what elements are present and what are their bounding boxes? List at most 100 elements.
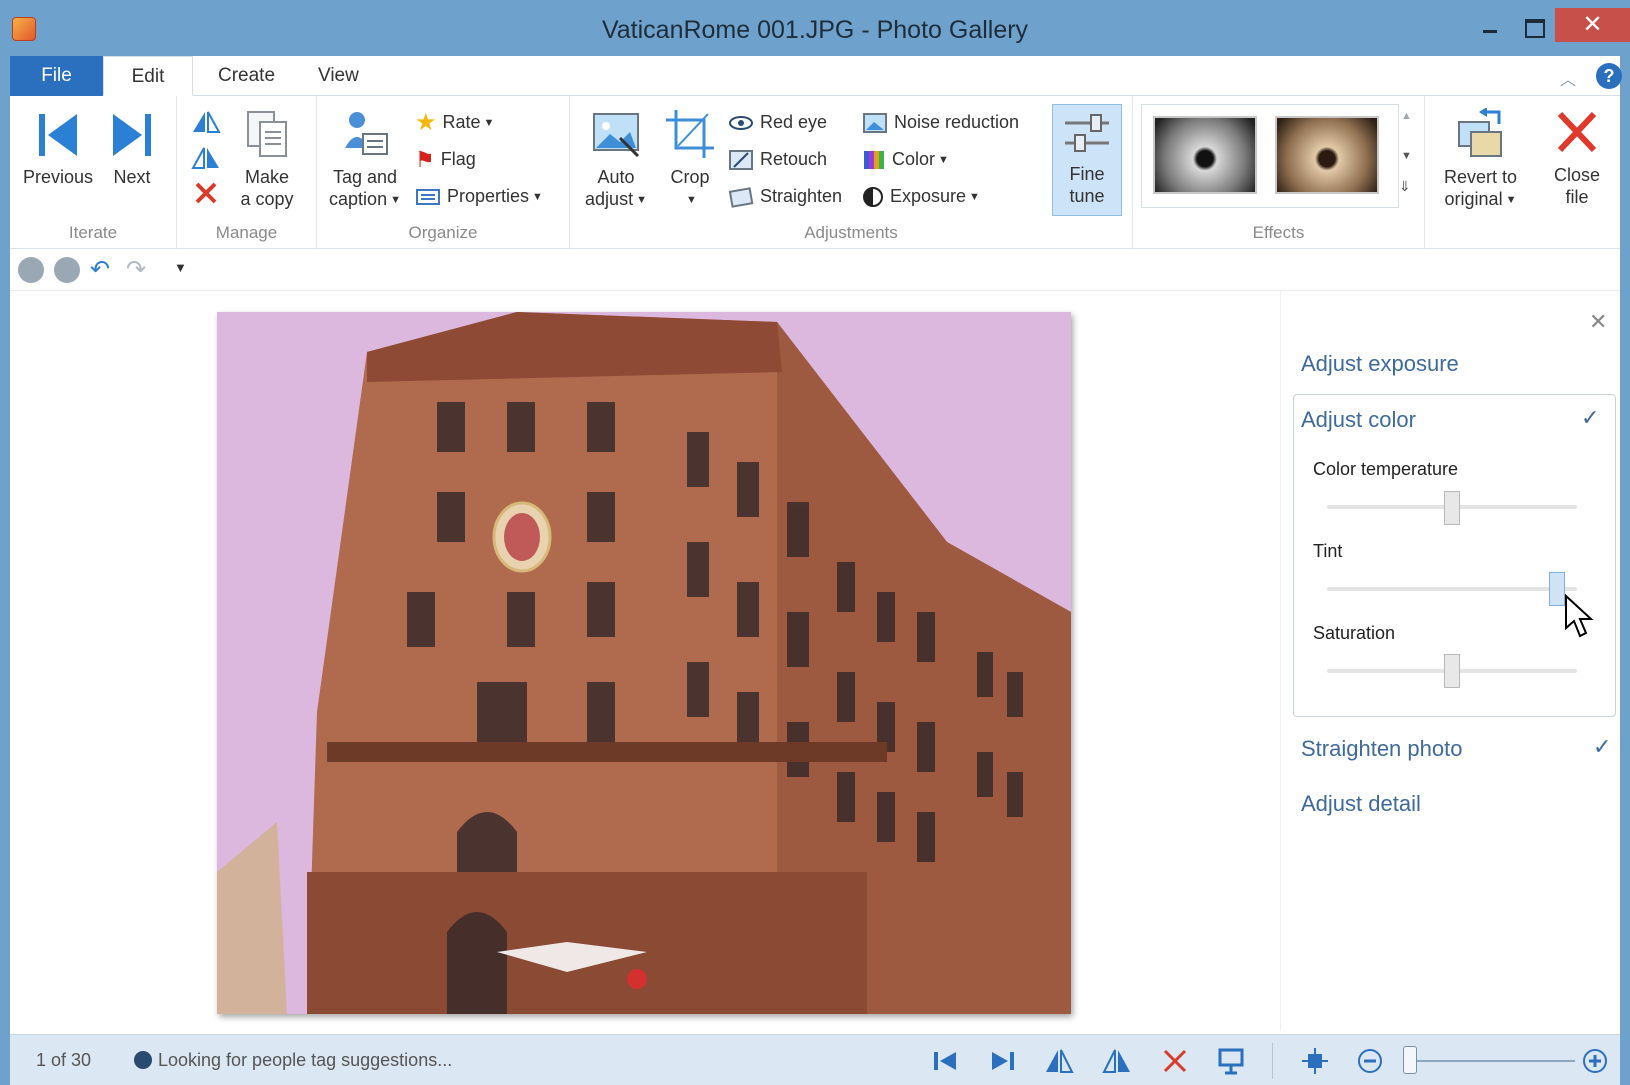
rate-button[interactable]: ★ Rate ▼ bbox=[415, 108, 494, 136]
red-eye-button[interactable]: Red eye bbox=[728, 108, 827, 136]
next-icon bbox=[113, 114, 151, 156]
rotate-left-icon[interactable] bbox=[191, 110, 221, 136]
zoom-out-icon[interactable] bbox=[1355, 1046, 1385, 1076]
help-icon[interactable]: ? bbox=[1596, 63, 1622, 89]
straighten-button[interactable]: Straighten bbox=[728, 182, 842, 210]
make-copy-label-1: Make bbox=[244, 167, 289, 187]
crop-label: Crop bbox=[670, 167, 710, 187]
maximize-button[interactable] bbox=[1515, 10, 1555, 40]
ribbon: Previous Next Iterate Make a copy Manage… bbox=[10, 96, 1620, 249]
previous-photo-icon[interactable] bbox=[930, 1046, 960, 1076]
photo-view[interactable] bbox=[217, 312, 1071, 1014]
noise-reduction-button[interactable]: Noise reduction bbox=[862, 108, 1019, 136]
rotate-right-icon[interactable] bbox=[191, 146, 221, 172]
fine-tune-pane: ✕ Adjust exposure Adjust color ✓ Color t… bbox=[1280, 291, 1620, 1031]
effect-black-white-thumbnail[interactable] bbox=[1153, 116, 1257, 194]
noise-reduction-icon bbox=[863, 113, 887, 134]
redo-icon[interactable]: ↷ bbox=[126, 255, 146, 284]
straighten-icon bbox=[728, 187, 754, 209]
auto-adjust-label-1: Auto bbox=[597, 167, 635, 187]
zoom-slider-thumb[interactable] bbox=[1403, 1046, 1417, 1074]
delete-icon[interactable] bbox=[193, 180, 219, 206]
minimize-button[interactable] bbox=[1470, 10, 1510, 40]
photo-image bbox=[217, 312, 1071, 1014]
crop-icon bbox=[666, 110, 714, 158]
exposure-label: Exposure bbox=[890, 186, 967, 206]
saturation-thumb[interactable] bbox=[1444, 654, 1460, 688]
revert-label-2: original bbox=[1444, 189, 1503, 209]
tint-slider[interactable] bbox=[1327, 587, 1577, 591]
color-temperature-thumb[interactable] bbox=[1444, 491, 1460, 525]
close-file-label-2: file bbox=[1565, 187, 1589, 207]
next-label: Next bbox=[113, 167, 151, 187]
rotate-left-status-icon[interactable] bbox=[1044, 1046, 1074, 1076]
effect-sepia-thumbnail[interactable] bbox=[1275, 116, 1379, 194]
tint-thumb[interactable] bbox=[1549, 572, 1566, 606]
adjust-color-item[interactable]: Adjust color bbox=[1301, 407, 1416, 433]
delete-status-icon[interactable] bbox=[1160, 1046, 1190, 1076]
group-label-organize: Organize bbox=[408, 223, 478, 242]
tag-caption-icon bbox=[345, 112, 388, 155]
effects-scroll-up-icon[interactable]: ▲ bbox=[1401, 110, 1412, 122]
tag-caption-label-2: caption bbox=[329, 189, 388, 209]
fine-tune-button[interactable]: Fine tune bbox=[1052, 104, 1122, 216]
revert-to-original-button[interactable]: Revert to original ▼ bbox=[1433, 108, 1528, 211]
retouch-button[interactable]: Retouch bbox=[728, 145, 827, 173]
status-message-text: Looking for people tag suggestions... bbox=[158, 1050, 453, 1070]
tag-caption-label-1: Tag and bbox=[332, 167, 398, 187]
status-bar: 1 of 30 Looking for people tag suggestio… bbox=[10, 1034, 1620, 1085]
window-title: VaticanRome 001.JPG - Photo Gallery bbox=[601, 16, 1029, 44]
make-copy-icon bbox=[247, 111, 287, 157]
previous-button[interactable]: Previous bbox=[22, 110, 94, 188]
ribbon-tabs: File Edit Create View ︿ ? bbox=[10, 56, 1622, 96]
previous-icon bbox=[39, 114, 77, 156]
undo-icon[interactable]: ↶ bbox=[90, 255, 110, 284]
properties-button[interactable]: Properties ▼ bbox=[415, 182, 543, 210]
collapse-ribbon-icon[interactable]: ︿ bbox=[1560, 66, 1576, 90]
group-label-adjustments: Adjustments bbox=[804, 223, 898, 242]
close-window-button[interactable]: ✕ bbox=[1555, 8, 1630, 42]
group-adjustments: Auto adjust ▼ Crop ▼ Red eye Retouch Str… bbox=[570, 96, 1133, 249]
tab-create[interactable]: Create bbox=[198, 56, 295, 96]
star-icon: ★ bbox=[415, 109, 437, 137]
flag-button[interactable]: ⚑ Flag bbox=[415, 145, 476, 173]
adjust-detail-item[interactable]: Adjust detail bbox=[1301, 791, 1421, 817]
close-file-button[interactable]: Close file bbox=[1542, 108, 1612, 208]
tab-view[interactable]: View bbox=[298, 56, 379, 96]
group-organize: Tag and caption ▼ ★ Rate ▼ ⚑ Flag Properties… bbox=[317, 96, 570, 249]
auto-adjust-button[interactable]: Auto adjust ▼ bbox=[576, 108, 656, 211]
close-pane-button[interactable]: ✕ bbox=[1589, 309, 1607, 335]
straighten-photo-item[interactable]: Straighten photo bbox=[1301, 736, 1462, 762]
retouch-label: Retouch bbox=[760, 149, 828, 169]
auto-adjust-label-2: adjust bbox=[585, 189, 634, 209]
make-copy-button[interactable]: Make a copy bbox=[227, 108, 307, 210]
zoom-in-icon[interactable] bbox=[1580, 1046, 1610, 1076]
zoom-slider[interactable] bbox=[1405, 1060, 1575, 1062]
next-photo-icon[interactable] bbox=[988, 1046, 1018, 1076]
forward-icon[interactable] bbox=[54, 257, 80, 283]
back-icon[interactable] bbox=[18, 257, 44, 283]
color-button[interactable]: Color ▼ bbox=[862, 145, 949, 173]
fine-tune-label-1: Fine bbox=[1069, 164, 1105, 184]
exposure-button[interactable]: Exposure ▼ bbox=[862, 182, 980, 210]
crop-button[interactable]: Crop ▼ bbox=[660, 108, 720, 211]
effects-scroll-down-icon[interactable]: ▼ bbox=[1401, 150, 1412, 162]
fine-tune-label-2: tune bbox=[1069, 186, 1105, 206]
adjust-exposure-item[interactable]: Adjust exposure bbox=[1301, 351, 1459, 377]
actual-size-icon[interactable] bbox=[1300, 1046, 1330, 1076]
customize-toolbar-icon[interactable]: ▼ bbox=[174, 260, 187, 275]
rotate-right-status-icon[interactable] bbox=[1102, 1046, 1132, 1076]
effects-expand-icon[interactable]: ⇓ bbox=[1399, 178, 1411, 195]
noise-reduction-label: Noise reduction bbox=[894, 112, 1020, 132]
dropdown-arrow-icon: ▼ bbox=[1505, 194, 1517, 207]
tag-caption-button[interactable]: Tag and caption ▼ bbox=[325, 108, 405, 211]
next-button[interactable]: Next bbox=[104, 110, 160, 188]
slideshow-icon[interactable] bbox=[1216, 1046, 1246, 1076]
dropdown-arrow-icon: ▼ bbox=[532, 191, 543, 204]
tab-edit[interactable]: Edit bbox=[103, 56, 193, 96]
dropdown-arrow-icon: ▼ bbox=[483, 117, 495, 130]
photo-count: 1 of 30 bbox=[36, 1050, 92, 1070]
status-divider bbox=[1272, 1043, 1273, 1079]
properties-icon bbox=[416, 189, 440, 206]
tab-file[interactable]: File bbox=[10, 56, 103, 96]
